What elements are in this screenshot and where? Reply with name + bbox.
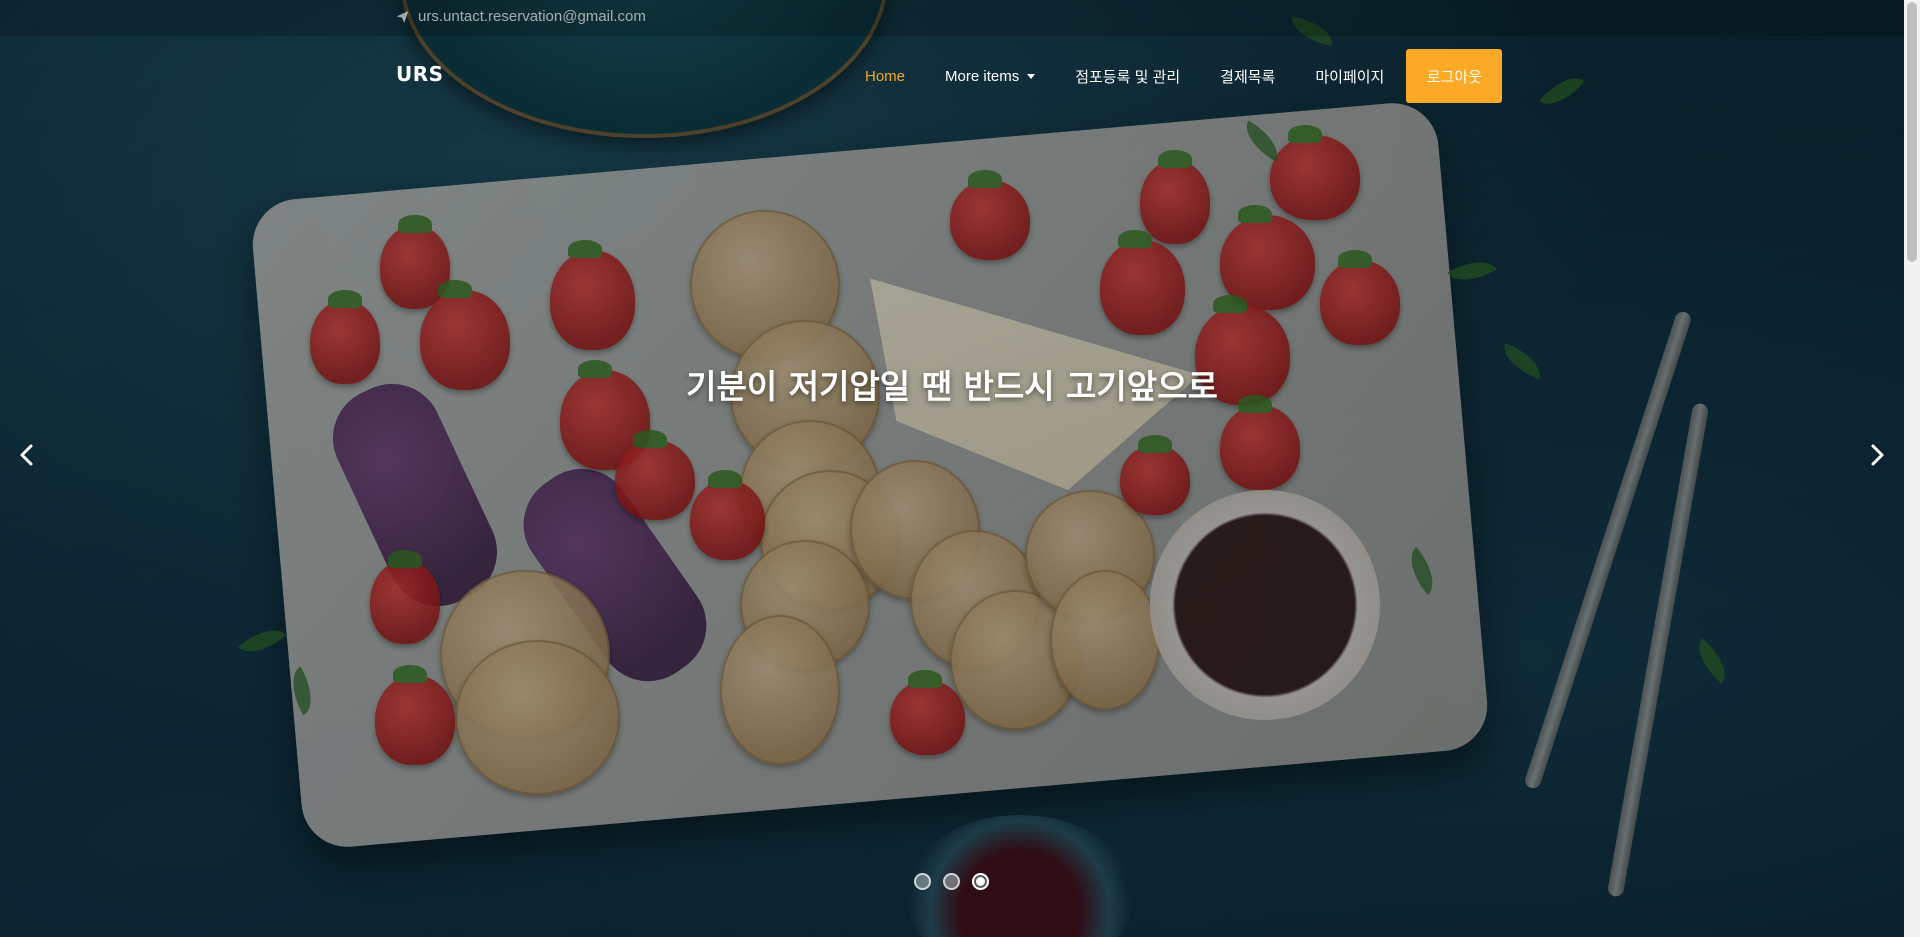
chevron-right-icon bbox=[1862, 440, 1892, 470]
scrollbar-thumb[interactable] bbox=[1907, 2, 1917, 262]
carousel-next-button[interactable] bbox=[1862, 440, 1892, 470]
nav-item-label: 마이페이지 bbox=[1315, 68, 1385, 86]
carousel-indicator-3[interactable] bbox=[972, 873, 989, 890]
nav-item-my-page[interactable]: 마이페이지 bbox=[1295, 66, 1404, 87]
carousel-prev-button[interactable] bbox=[12, 440, 42, 470]
caret-down-icon bbox=[1027, 73, 1036, 79]
nav-item-label: More items bbox=[945, 67, 1020, 85]
carousel-indicators bbox=[914, 873, 989, 890]
main-nav: Home More items 점포등록 및 관리 결제목록 마이페이지 로그아… bbox=[845, 49, 1503, 103]
nav-item-more-items-dropdown[interactable]: More items bbox=[925, 68, 1055, 85]
paper-plane-icon bbox=[395, 10, 410, 24]
nav-item-label: 결제목록 bbox=[1220, 68, 1276, 86]
contact-email[interactable]: urs.untact.reservation@gmail.com bbox=[395, 8, 646, 25]
nav-item-home[interactable]: Home bbox=[845, 68, 925, 85]
chevron-left-icon bbox=[12, 440, 42, 470]
nav-item-payment-list[interactable]: 결제목록 bbox=[1200, 66, 1295, 87]
top-bar: urs.untact.reservation@gmail.com bbox=[0, 0, 1904, 36]
logout-button[interactable]: 로그아웃 bbox=[1406, 49, 1503, 103]
page-scrollbar[interactable] bbox=[1904, 0, 1920, 937]
nav-item-label: Home bbox=[865, 67, 906, 85]
contact-email-text: urs.untact.reservation@gmail.com bbox=[418, 8, 646, 25]
nav-item-store-management[interactable]: 점포등록 및 관리 bbox=[1055, 66, 1200, 87]
page: urs.untact.reservation@gmail.com URS Hom… bbox=[0, 0, 1920, 937]
carousel-indicator-1[interactable] bbox=[914, 873, 931, 890]
carousel-indicator-2[interactable] bbox=[943, 873, 960, 890]
nav-item-label: 점포등록 및 관리 bbox=[1075, 68, 1181, 86]
brand-logo[interactable]: URS bbox=[396, 62, 444, 86]
hero-caption: 기분이 저기압일 땐 반드시 고기앞으로 bbox=[686, 367, 1218, 406]
hero-background-image bbox=[0, 0, 1904, 937]
hero-overlay bbox=[0, 0, 1904, 937]
